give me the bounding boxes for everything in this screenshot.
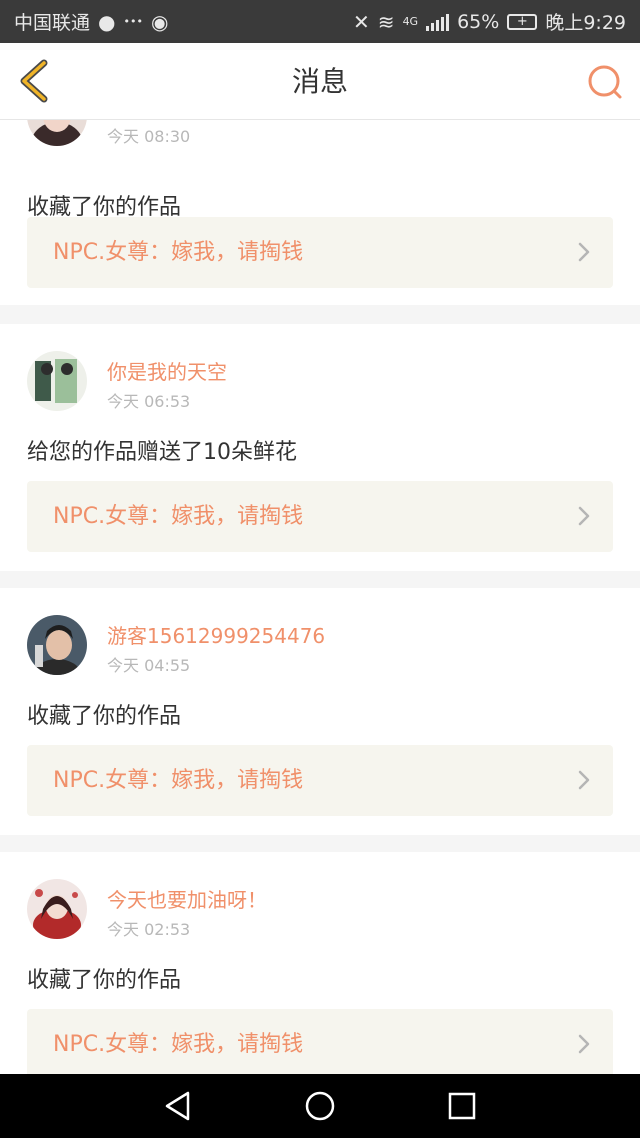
wifi-icon: ≋: [377, 9, 395, 34]
message-card[interactable]: 今天也要加油呀！ 今天 02:53 收藏了你的作品 NPC.女尊：嫁我，请掏钱: [0, 852, 640, 1074]
battery-percent: 65%: [457, 10, 500, 33]
message-username[interactable]: 今天也要加油呀！: [107, 884, 267, 913]
message-time: 今天 04:55: [107, 656, 191, 675]
message-card[interactable]: 你是我的天空 今天 06:53 给您的作品赠送了10朵鲜花 NPC.女尊：嫁我，…: [0, 324, 640, 571]
chevron-right-icon: [578, 242, 590, 262]
search-icon: [588, 65, 622, 99]
user-avatar[interactable]: [27, 351, 87, 411]
work-link[interactable]: NPC.女尊：嫁我，请掏钱: [27, 1009, 613, 1074]
nav-back-icon[interactable]: [162, 1090, 194, 1122]
wechat-icon: ◉: [150, 9, 169, 34]
message-time: 今天 02:53: [107, 920, 191, 939]
chevron-right-icon: [578, 506, 590, 526]
message-list[interactable]: 今天 08:30 收藏了你的作品 NPC.女尊：嫁我，请掏钱 你是我的天空 今天…: [0, 120, 640, 1074]
work-title: NPC.女尊：嫁我，请掏钱: [53, 240, 304, 265]
status-bar: 中国联通 ● ••• ◉ ✕ ≋ 4G 65% + 晚上9:29: [0, 0, 640, 43]
work-title: NPC.女尊：嫁我，请掏钱: [53, 1032, 304, 1057]
work-title: NPC.女尊：嫁我，请掏钱: [53, 768, 304, 793]
qq-icon: ●: [98, 9, 116, 34]
message-card[interactable]: 今天 08:30 收藏了你的作品 NPC.女尊：嫁我，请掏钱: [0, 120, 640, 305]
message-username[interactable]: 游客15612999254476: [107, 620, 325, 649]
notification-dots-icon: •••: [123, 15, 143, 28]
network-type: 4G: [402, 15, 419, 28]
status-bar-right: ✕ ≋ 4G 65% + 晚上9:29: [353, 8, 626, 35]
user-avatar[interactable]: [27, 120, 87, 146]
app-header: 消息: [0, 43, 640, 120]
work-link[interactable]: NPC.女尊：嫁我，请掏钱: [27, 217, 613, 288]
system-nav-bar: [0, 1074, 640, 1138]
work-title: NPC.女尊：嫁我，请掏钱: [53, 504, 304, 529]
message-action: 收藏了你的作品: [27, 704, 182, 729]
battery-icon: +: [507, 13, 538, 30]
message-time: 今天 08:30: [107, 127, 191, 146]
clock: 晚上9:29: [545, 12, 626, 34]
page-title: 消息: [291, 65, 348, 98]
signal-icon: [426, 13, 450, 31]
message-action: 收藏了你的作品: [27, 968, 182, 993]
chevron-right-icon: [578, 1034, 590, 1054]
status-bar-left: 中国联通 ● ••• ◉: [14, 8, 168, 35]
nav-recents-icon[interactable]: [446, 1090, 478, 1122]
message-time: 今天 06:53: [107, 392, 191, 411]
carrier-label: 中国联通: [14, 12, 91, 34]
search-button[interactable]: [586, 63, 624, 101]
user-avatar[interactable]: [27, 879, 87, 939]
work-link[interactable]: NPC.女尊：嫁我，请掏钱: [27, 481, 613, 552]
user-avatar[interactable]: [27, 615, 87, 675]
nav-home-icon[interactable]: [304, 1090, 336, 1122]
message-username[interactable]: 你是我的天空: [107, 356, 227, 385]
message-action: 给您的作品赠送了10朵鲜花: [27, 440, 297, 465]
mute-icon: ✕: [353, 9, 370, 34]
chevron-right-icon: [578, 770, 590, 790]
work-link[interactable]: NPC.女尊：嫁我，请掏钱: [27, 745, 613, 816]
message-card[interactable]: 游客15612999254476 今天 04:55 收藏了你的作品 NPC.女尊…: [0, 588, 640, 835]
